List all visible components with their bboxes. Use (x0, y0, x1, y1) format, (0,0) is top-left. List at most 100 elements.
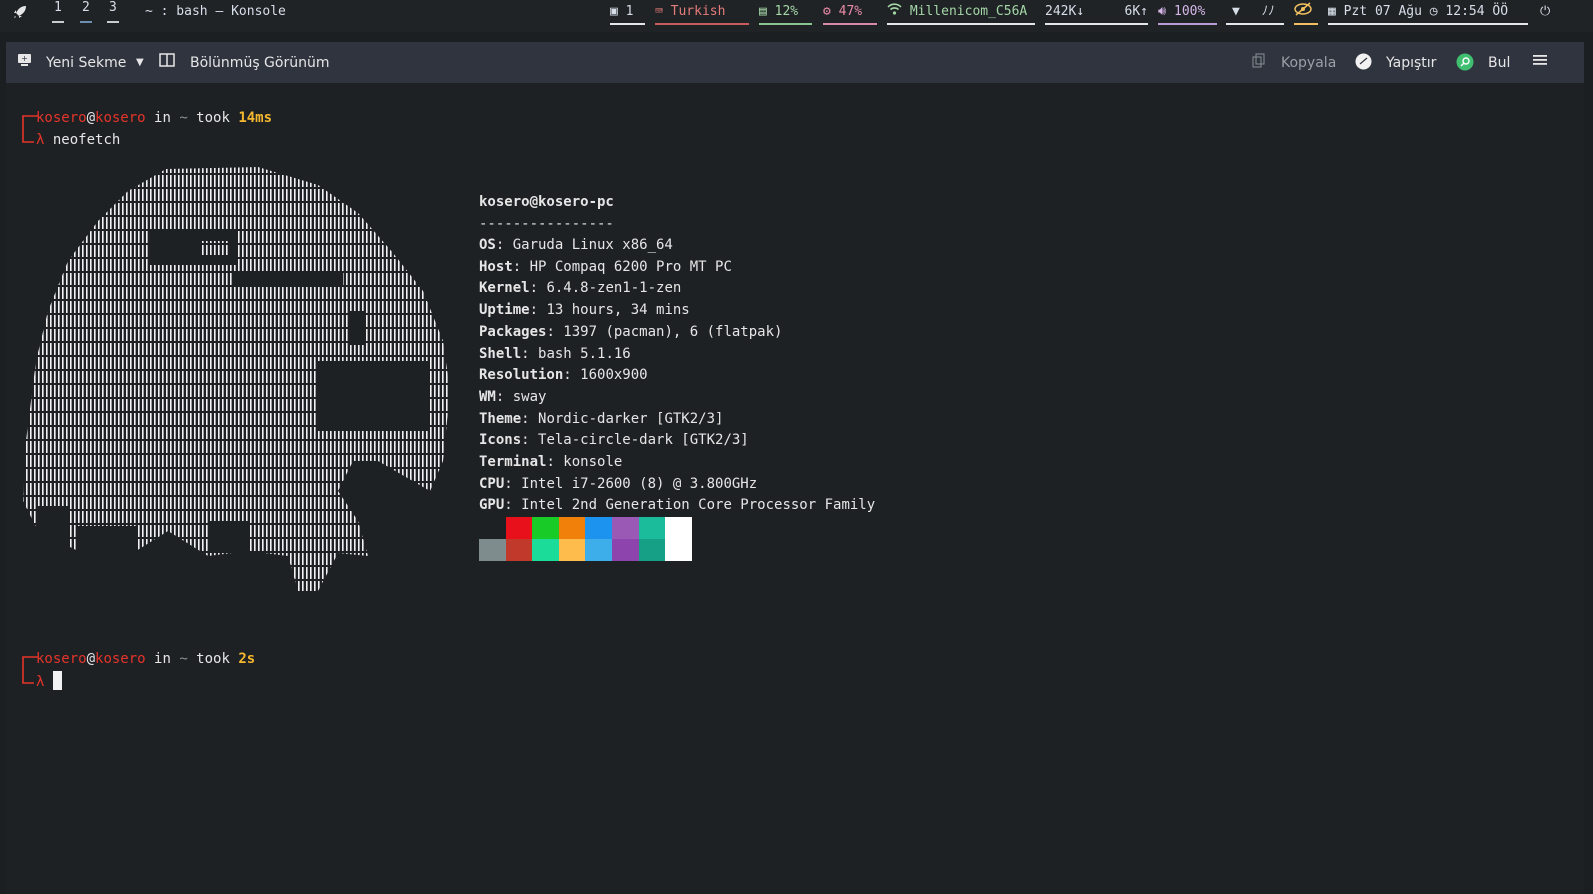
field-key: OS (479, 237, 496, 253)
garuda-ascii-logo (18, 161, 458, 591)
paste-icon[interactable] (1355, 53, 1372, 76)
keyboard-layout[interactable]: ⌨ Turkish (655, 2, 749, 26)
field-value: 1397 (pacman), 6 (flatpak) (563, 323, 783, 340)
speaker-icon: 🔊︎ (1158, 4, 1167, 19)
power-icon[interactable]: ⏻ (1540, 2, 1550, 26)
color-swatch (558, 517, 586, 539)
wifi-status[interactable]: Millenicom_C56A (887, 2, 1035, 26)
neofetch-field: OS: Garuda Linux x86_64 (479, 237, 673, 253)
field-key: WM (479, 388, 496, 405)
tray-app-icon[interactable]: ﾉﾉ (1262, 4, 1275, 19)
color-swatch (585, 517, 613, 539)
svg-text:+: + (21, 54, 28, 63)
field-value: Intel i7-2600 (8) @ 3.800GHz (521, 475, 758, 492)
clock-icon: ◷ (1429, 4, 1438, 19)
copy-button[interactable]: Kopyala (1281, 53, 1336, 73)
neofetch-field: WM: sway (479, 388, 547, 405)
workspace-2[interactable]: 2 (80, 0, 92, 23)
keyboard-icon: ⌨ (655, 4, 663, 19)
field-value: Garuda Linux x86_64 (512, 237, 673, 253)
field-key: Packages (479, 323, 547, 340)
field-key: Terminal (479, 454, 547, 470)
network-down: 242K↓ (1045, 2, 1101, 26)
neofetch-field: Terminal: konsole (479, 454, 623, 470)
new-tab-button[interactable]: Yeni Sekme (46, 53, 126, 73)
color-swatch (638, 539, 666, 561)
memory-icon: ▤ (759, 4, 767, 19)
tray-icons: ▼ ﾉﾉ (1226, 2, 1284, 26)
color-swatch (612, 517, 639, 539)
cpu-usage[interactable]: ⚙ 47% (823, 2, 877, 26)
launcher-rocket-icon[interactable] (12, 4, 28, 28)
new-tab-dropdown-icon[interactable]: ▼ (136, 53, 144, 73)
workspace-3[interactable]: 3 (107, 0, 119, 23)
neofetch-field: Resolution: 1600x900 (479, 367, 648, 384)
neofetch-separator: ---------------- (479, 216, 614, 232)
field-key: Resolution (479, 367, 564, 384)
color-swatch (558, 539, 586, 561)
network-tray-icon[interactable]: ▼ (1232, 4, 1240, 19)
clock[interactable]: ▦ Pzt 07 Ağu ◷ 12:54 ÖÖ (1328, 2, 1528, 26)
prompt-line-1: kosero@kosero in ~ took 14ms (36, 110, 273, 126)
color-swatch (638, 517, 666, 539)
neofetch-field: Icons: Tela-circle-dark [GTK2/3] (479, 432, 749, 449)
scratchpad-indicator[interactable]: ▣ 1 (610, 2, 645, 26)
neofetch-field: Kernel: 6.4.8-zen1-1-zen (479, 280, 682, 297)
field-value: Intel 2nd Generation Core Processor Fami… (521, 497, 876, 514)
field-key: GPU (479, 497, 505, 514)
neofetch-field: Uptime: 13 hours, 34 mins (479, 302, 690, 319)
workspace-1[interactable]: 1 (52, 0, 64, 23)
calendar-icon: ▦ (1328, 4, 1336, 19)
window-title: ~ : bash — Konsole (145, 4, 286, 19)
eye-off-icon (1294, 2, 1312, 20)
field-key: Kernel (479, 280, 530, 297)
wifi-icon (887, 3, 910, 19)
find-icon[interactable] (1456, 53, 1474, 77)
neofetch-field: GPU: Intel 2nd Generation Core Processor… (479, 497, 876, 514)
konsole-toolbar: + Yeni Sekme ▼ Bölünmüş Görünüm Kopyala … (6, 42, 1584, 83)
text-cursor (52, 671, 62, 690)
neofetch-field: Shell: bash 5.1.16 (479, 345, 631, 362)
field-value: Tela-circle-dark [GTK2/3] (538, 432, 749, 449)
split-view-icon[interactable] (159, 53, 175, 73)
neofetch-field: Host: HP Compaq 6200 Pro MT PC (479, 258, 732, 275)
cpu-icon: ⚙ (823, 4, 831, 19)
color-swatch (532, 517, 560, 539)
field-key: Icons (479, 432, 522, 449)
field-key: Theme (479, 410, 522, 427)
memory-usage[interactable]: ▤ 12% (759, 2, 812, 26)
field-key: CPU (479, 475, 505, 492)
copy-icon[interactable] (1252, 53, 1266, 75)
find-button[interactable]: Bul (1488, 53, 1510, 73)
color-swatch (505, 539, 533, 561)
neofetch-field: Packages: 1397 (pacman), 6 (flatpak) (479, 323, 783, 340)
top-bar: 1 2 3 ~ : bash — Konsole ▣ 1 ⌨ Turkish ▤… (0, 0, 1593, 32)
field-key: Host (479, 258, 513, 275)
new-tab-icon[interactable]: + (17, 53, 32, 73)
field-value: 13 hours, 34 mins (546, 302, 690, 319)
command-line-2: λ (36, 671, 62, 692)
volume-control[interactable]: 🔊︎ 100% (1158, 2, 1217, 26)
arrow-up-icon: ↑ (1140, 4, 1148, 19)
color-swatch (665, 517, 693, 539)
neofetch-field: CPU: Intel i7-2600 (8) @ 3.800GHz (479, 475, 758, 492)
field-key: Shell (479, 345, 522, 362)
terminal-area[interactable]: kosero@kosero in ~ took 14ms λ neofetch (6, 83, 1560, 894)
split-view-button[interactable]: Bölünmüş Görünüm (190, 53, 330, 73)
prompt-line-2: kosero@kosero in ~ took 2s (36, 651, 256, 667)
color-swatch (479, 517, 506, 539)
command-line-1: λ neofetch (36, 132, 121, 148)
hamburger-menu-icon[interactable] (1533, 53, 1547, 73)
color-swatch (665, 539, 693, 561)
field-value: Nordic-darker [GTK2/3] (538, 410, 724, 427)
neofetch-field: Theme: Nordic-darker [GTK2/3] (479, 410, 724, 427)
color-swatch (612, 539, 639, 561)
scrollbar[interactable] (1560, 83, 1584, 894)
field-value: HP Compaq 6200 Pro MT PC (529, 258, 732, 275)
neofetch-title: kosero@kosero-pc (479, 194, 614, 210)
konsole-window: + Yeni Sekme ▼ Bölünmüş Görünüm Kopyala … (6, 42, 1584, 894)
idle-inhibitor[interactable] (1294, 2, 1318, 26)
network-up: 6K↑ (1101, 2, 1148, 26)
paste-button[interactable]: Yapıştır (1386, 53, 1436, 73)
field-value: 1600x900 (580, 367, 648, 384)
